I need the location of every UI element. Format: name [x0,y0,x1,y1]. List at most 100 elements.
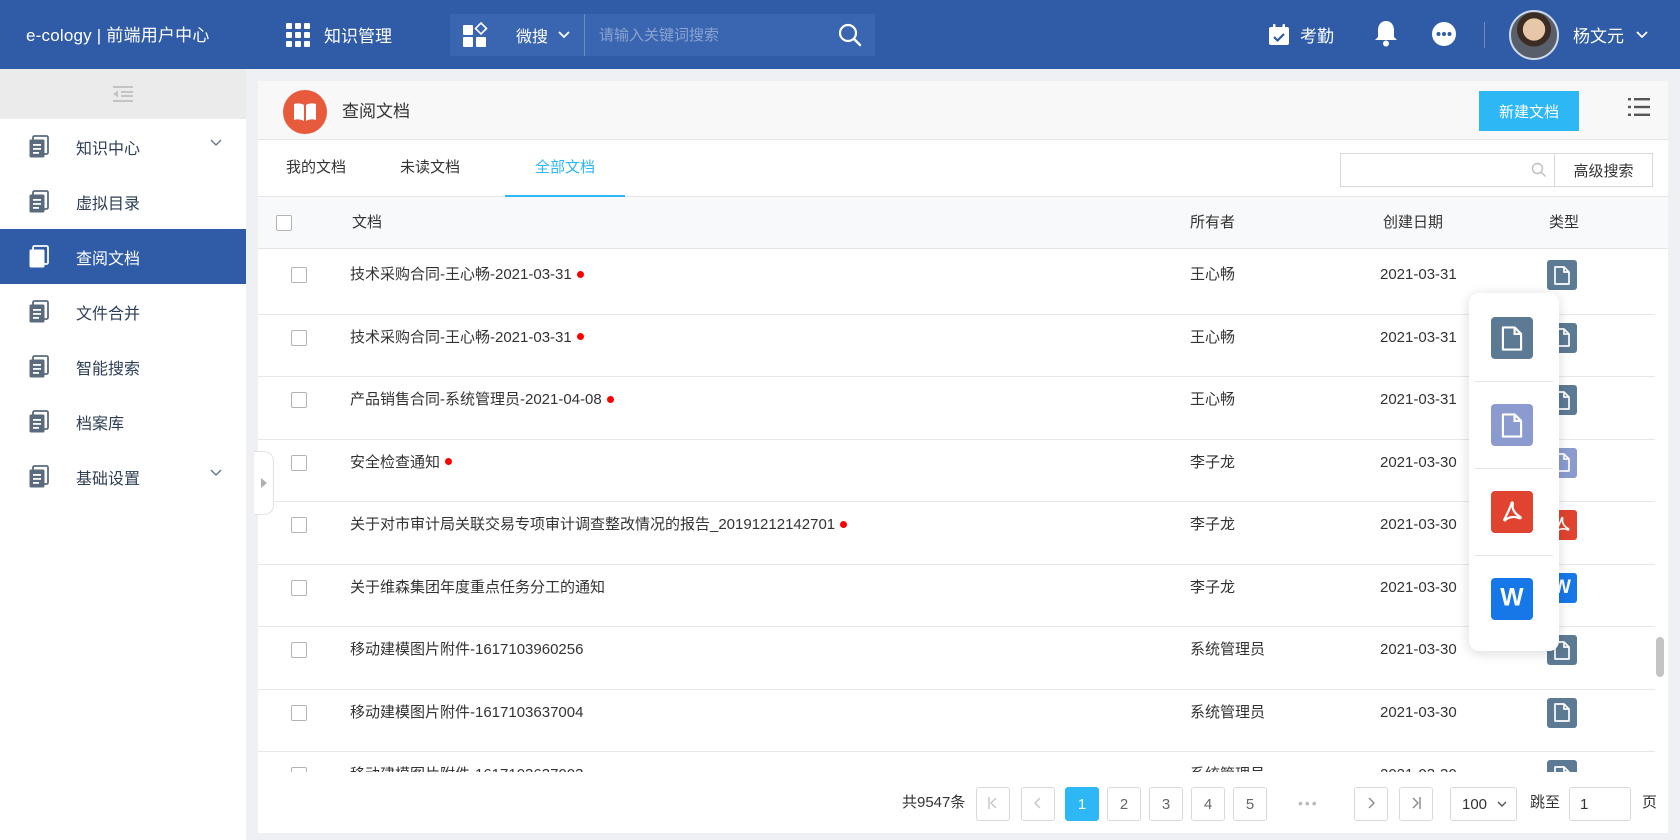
prev-page-button[interactable] [1021,787,1055,821]
document-alt-type-option[interactable] [1491,404,1533,446]
sidebar-item-archive[interactable]: 档案库 [0,394,246,449]
first-page-button[interactable] [976,787,1010,821]
calendar-check-icon [1269,23,1289,45]
column-owner[interactable]: 所有者 [1190,197,1235,249]
search-scope-dropdown[interactable]: 微搜 [500,14,586,56]
sidebar-item-file-merge[interactable]: 文件合并 [0,284,246,339]
document-icon [28,409,50,434]
page-button[interactable]: 3 [1149,787,1183,821]
table-row[interactable]: 关于对市审计局关联交易专项审计调查整改情况的报告_20191212142701 李… [258,502,1655,565]
popup-divider [1475,381,1553,382]
row-checkbox[interactable] [291,704,307,721]
bell-icon [1375,21,1397,47]
doc-title-cell[interactable]: 技术采购合同-王心畅-2021-03-31 [350,252,584,298]
panel-expand-handle[interactable] [254,451,274,515]
row-checkbox[interactable] [291,579,307,596]
word-type-option[interactable]: W [1491,578,1533,620]
table-scrollbar[interactable] [1656,637,1664,677]
column-doc[interactable]: 文档 [352,197,382,249]
document-file-icon[interactable] [1547,697,1577,728]
table-row[interactable]: 移动建模图片附件-1617103637003 系统管理员 2021-03-30 [258,752,1655,772]
brand-title[interactable]: e-cology | 前端用户中心 [26,0,210,69]
sidebar-collapse-button[interactable] [0,69,246,119]
page-button[interactable]: 5 [1233,787,1267,821]
doc-title-link[interactable]: 移动建模图片附件-1617103960256 [350,641,583,658]
search-icon [1531,162,1546,177]
search-button[interactable] [825,14,875,56]
doc-search-input[interactable] [1340,153,1556,187]
document-file-icon[interactable] [1547,260,1577,290]
table-row[interactable]: 移动建模图片附件-1617103960256 系统管理员 2021-03-30 [258,627,1655,690]
page-button[interactable]: 1 [1065,787,1099,821]
top-bar: e-cology | 前端用户中心 知识管理 微搜 请输入关键词搜索 考勤 杨文… [0,0,1680,69]
column-date[interactable]: 创建日期 [1383,197,1443,249]
last-page-button[interactable] [1399,787,1433,821]
more-dots-icon [1432,22,1456,46]
doc-title-link[interactable]: 安全检查通知 [350,454,440,471]
new-document-button[interactable]: 新建文档 [1479,91,1579,131]
row-checkbox[interactable] [291,642,307,658]
global-search-input[interactable] [585,14,825,56]
page-button[interactable]: 4 [1191,787,1225,821]
sidebar-item-knowledge-center[interactable]: 知识中心 [0,119,246,174]
doc-title-cell[interactable]: 移动建模图片附件-1617103637004 [350,690,583,736]
sidebar-item-smart-search[interactable]: 智能搜索 [0,339,246,394]
sidebar-item-label: 查阅文档 [76,250,141,268]
module-switcher[interactable]: 知识管理 [286,0,392,69]
doc-title-cell[interactable]: 安全检查通知 [350,440,453,486]
doc-title-cell[interactable]: 移动建模图片附件-1617103960256 [350,627,583,673]
advanced-search-button[interactable]: 高级搜索 [1554,153,1653,187]
doc-title-cell[interactable]: 移动建模图片附件-1617103637003 [350,752,583,772]
document-icon [28,464,50,489]
row-checkbox[interactable] [291,267,307,283]
doc-title-link[interactable]: 关于对市审计局关联交易专项审计调查整改情况的报告_20191212142701 [350,516,835,533]
doc-title-link[interactable]: 产品销售合同-系统管理员-2021-04-08 [350,391,602,408]
search-scope-label: 微搜 [516,29,549,46]
attendance-label: 考勤 [1300,27,1334,46]
doc-title-cell[interactable]: 技术采购合同-王心畅-2021-03-31 [350,315,584,361]
doc-title-cell[interactable]: 产品销售合同-系统管理员-2021-04-08 [350,377,614,423]
doc-title-link[interactable]: 移动建模图片附件-1617103637004 [350,704,583,721]
sidebar-item-basic-settings[interactable]: 基础设置 [0,449,246,504]
sidebar-item-view-documents[interactable]: 查阅文档 [0,229,246,284]
doc-title-link[interactable]: 技术采购合同-王心畅-2021-03-31 [350,266,572,283]
table-row[interactable]: 移动建模图片附件-1617103637004 系统管理员 2021-03-30 [258,690,1655,752]
sidebar-item-virtual-directory[interactable]: 虚拟目录 [0,174,246,229]
widgets-button[interactable] [450,14,500,56]
select-all-checkbox[interactable] [276,215,292,231]
column-type[interactable]: 类型 [1549,197,1579,249]
chevron-down-icon [210,139,222,147]
owner-cell: 系统管理员 [1190,703,1266,721]
page-size-select[interactable]: 100 [1450,787,1517,821]
unread-dot [445,458,453,466]
document-type-option[interactable] [1491,317,1533,359]
doc-title-link[interactable]: 关于维森集团年度重点任务分工的通知 [350,579,605,596]
pdf-type-option[interactable] [1491,491,1533,533]
next-page-button[interactable] [1354,787,1388,821]
table-row[interactable]: 技术采购合同-王心畅-2021-03-31 王心畅 2021-03-31 [258,252,1655,315]
tab-unread-docs[interactable]: 未读文档 [382,140,478,197]
row-checkbox[interactable] [291,329,307,346]
table-row[interactable]: 关于维森集团年度重点任务分工的通知 李子龙 2021-03-30 W [258,565,1655,627]
page-button[interactable]: 2 [1107,787,1141,821]
row-checkbox[interactable] [291,392,307,408]
doc-title-link[interactable]: 技术采购合同-王心畅-2021-03-31 [350,329,572,346]
row-checkbox[interactable] [291,517,307,533]
user-menu[interactable]: 杨文元 [1573,0,1648,69]
table-row[interactable]: 安全检查通知 李子龙 2021-03-30 [258,440,1655,502]
list-menu-button[interactable] [1628,98,1650,120]
tab-my-docs[interactable]: 我的文档 [268,140,364,197]
document-file-icon[interactable] [1547,760,1577,772]
attendance-button[interactable]: 考勤 [1268,0,1334,69]
jump-page-input[interactable] [1569,787,1631,821]
unread-dot [576,333,584,341]
tab-all-docs[interactable]: 全部文档 [505,140,625,197]
notifications-button[interactable] [1374,19,1398,51]
doc-title-cell[interactable]: 关于维森集团年度重点任务分工的通知 [350,565,605,611]
table-row[interactable]: 产品销售合同-系统管理员-2021-04-08 王心畅 2021-03-31 [258,377,1655,440]
avatar[interactable] [1509,10,1559,60]
table-row[interactable]: 技术采购合同-王心畅-2021-03-31 王心畅 2021-03-31 [258,315,1655,377]
doc-title-cell[interactable]: 关于对市审计局关联交易专项审计调查整改情况的报告_20191212142701 [350,502,848,548]
more-button[interactable] [1431,21,1457,51]
row-checkbox[interactable] [291,454,307,471]
